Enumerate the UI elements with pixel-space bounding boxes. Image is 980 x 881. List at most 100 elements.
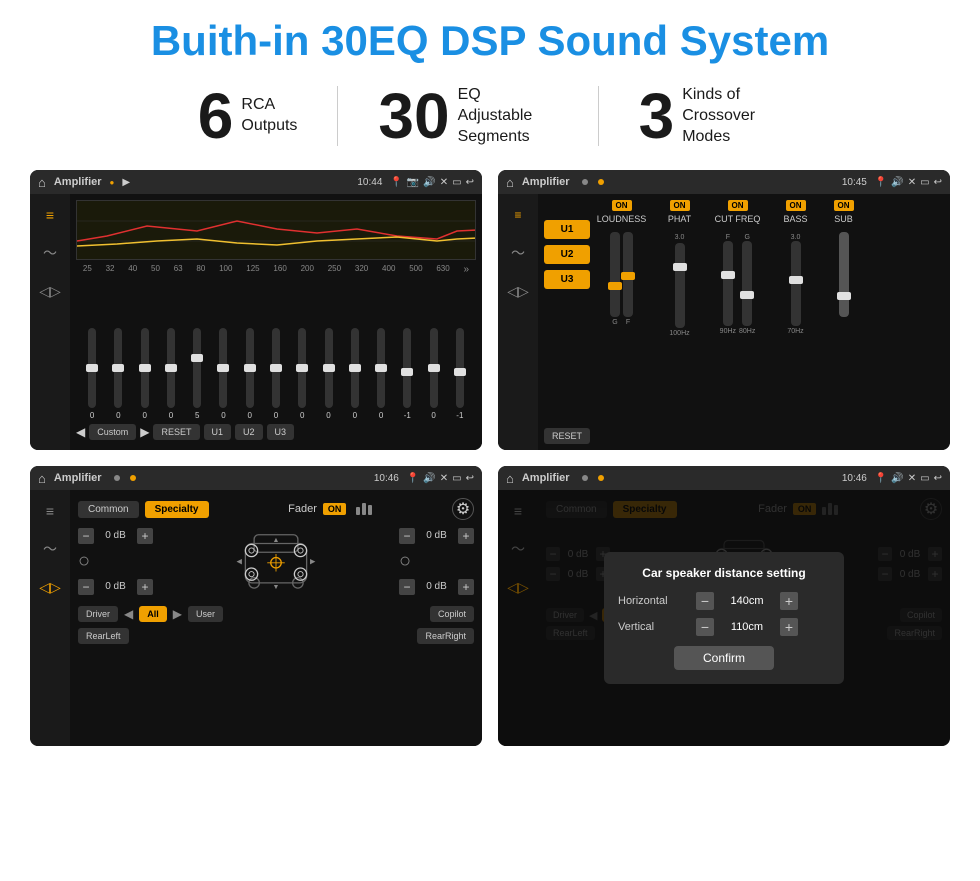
fader-on-badge[interactable]: ON [323, 503, 347, 515]
sidebar-wave-icon[interactable]: 〜 [36, 242, 64, 264]
volume-icon-4[interactable]: 🔊 [891, 473, 903, 484]
left-arrow-icon[interactable]: ◀ [124, 607, 133, 621]
driver-btn[interactable]: Driver [78, 606, 118, 622]
volume-icon-2[interactable]: 🔊 [891, 177, 903, 188]
sidebar-speaker-icon-3[interactable]: ◁▷ [36, 576, 64, 598]
eq-slider-1[interactable]: 0 [80, 328, 104, 420]
rear-right-minus[interactable]: − [399, 579, 415, 595]
vertical-plus-btn[interactable]: + [780, 618, 798, 636]
screen2-title: Amplifier [522, 176, 570, 188]
main-title: Buith-in 30EQ DSP Sound System [30, 18, 950, 64]
camera-icon[interactable]: 📷 [407, 177, 419, 188]
u1-select-btn[interactable]: U1 [544, 220, 590, 239]
screen1-title: Amplifier [54, 176, 102, 188]
eq-label-50: 50 [151, 264, 160, 275]
eq-slider-14[interactable]: 0 [421, 328, 445, 420]
u2-btn[interactable]: U2 [235, 424, 263, 440]
front-right-plus[interactable]: + [458, 528, 474, 544]
eq-slider-7[interactable]: 0 [238, 328, 262, 420]
eq-slider-4[interactable]: 0 [159, 328, 183, 420]
rearleft-btn[interactable]: RearLeft [78, 628, 129, 644]
sidebar-wave-icon-3[interactable]: 〜 [36, 538, 64, 560]
minimize-icon-3[interactable]: ▭ [452, 473, 461, 484]
u2-select-btn[interactable]: U2 [544, 245, 590, 264]
distance-dialog: Car speaker distance setting Horizontal … [604, 552, 844, 684]
horizontal-plus-btn[interactable]: + [780, 592, 798, 610]
u1-btn[interactable]: U1 [204, 424, 232, 440]
home-icon-3[interactable]: ⌂ [38, 471, 46, 486]
copilot-btn[interactable]: Copilot [430, 606, 474, 622]
cutfreq-slider-2[interactable] [742, 241, 752, 326]
screen3-time: 10:46 [374, 473, 399, 484]
all-btn[interactable]: All [139, 606, 167, 622]
eq-slider-8[interactable]: 0 [264, 328, 288, 420]
crossover-reset-btn[interactable]: RESET [544, 428, 590, 444]
rearright-btn[interactable]: RearRight [417, 628, 474, 644]
volume-icon[interactable]: 🔊 [423, 177, 435, 188]
eq-slider-11[interactable]: 0 [343, 328, 367, 420]
eq-slider-2[interactable]: 0 [106, 328, 130, 420]
eq-slider-5[interactable]: 5 [185, 328, 209, 420]
volume-icon-3[interactable]: 🔊 [423, 473, 435, 484]
loudness-slider-1[interactable] [610, 232, 620, 317]
home-icon-4[interactable]: ⌂ [506, 471, 514, 486]
u3-btn[interactable]: U3 [267, 424, 295, 440]
eq-label-160: 160 [273, 264, 286, 275]
front-right-minus[interactable]: − [399, 528, 415, 544]
eq-slider-13[interactable]: -1 [395, 328, 419, 420]
tab-common-btn[interactable]: Common [78, 501, 139, 518]
back-icon-2[interactable]: ↩ [934, 177, 942, 188]
rear-right-plus[interactable]: + [458, 579, 474, 595]
close-icon-2[interactable]: ✕ [908, 177, 916, 188]
phat-slider[interactable] [675, 243, 685, 328]
sidebar-eq-icon[interactable]: ≡ [36, 204, 64, 226]
close-icon-3[interactable]: ✕ [440, 473, 448, 484]
preset-custom-btn[interactable]: Custom [89, 424, 136, 440]
fader-bottom-buttons: Driver ◀ All ▶ User Copilot [78, 606, 474, 622]
bass-slider[interactable] [791, 241, 801, 326]
cutfreq-slider-1[interactable] [723, 241, 733, 326]
play-icon[interactable]: ▶ [122, 177, 130, 188]
tab-specialty-btn[interactable]: Specialty [145, 501, 209, 518]
back-icon-4[interactable]: ↩ [934, 473, 942, 484]
back-icon[interactable]: ↩ [466, 177, 474, 188]
front-left-plus[interactable]: + [137, 528, 153, 544]
confirm-btn[interactable]: Confirm [674, 646, 774, 670]
minimize-icon-4[interactable]: ▭ [920, 473, 929, 484]
vertical-minus-btn[interactable]: − [696, 618, 714, 636]
rear-left-minus[interactable]: − [78, 579, 94, 595]
sidebar-speaker-icon[interactable]: ◁▷ [36, 280, 64, 302]
sidebar-eq-icon-2[interactable]: ≡ [504, 204, 532, 226]
sidebar-speaker-icon-2[interactable]: ◁▷ [504, 280, 532, 302]
next-preset-btn[interactable]: ▶ [140, 425, 149, 439]
u3-select-btn[interactable]: U3 [544, 270, 590, 289]
reset-btn[interactable]: RESET [153, 424, 199, 440]
horizontal-minus-btn[interactable]: − [696, 592, 714, 610]
sub-slider[interactable] [839, 232, 849, 317]
sidebar-eq-icon-3[interactable]: ≡ [36, 500, 64, 522]
loudness-slider-2[interactable] [623, 232, 633, 317]
back-icon-3[interactable]: ↩ [466, 473, 474, 484]
rear-left-plus[interactable]: + [137, 579, 153, 595]
settings-icon[interactable]: ⚙ [452, 498, 474, 520]
close-icon-4[interactable]: ✕ [908, 473, 916, 484]
minimize-icon[interactable]: ▭ [452, 177, 461, 188]
home-icon[interactable]: ⌂ [38, 175, 46, 190]
eq-slider-9[interactable]: 0 [290, 328, 314, 420]
sidebar-wave-icon-2[interactable]: 〜 [504, 242, 532, 264]
minimize-icon-2[interactable]: ▭ [920, 177, 929, 188]
horizontal-value: 140cm [722, 595, 772, 607]
eq-more-icon[interactable]: » [464, 264, 470, 275]
eq-slider-3[interactable]: 0 [133, 328, 157, 420]
home-icon-2[interactable]: ⌂ [506, 175, 514, 190]
eq-slider-15[interactable]: -1 [448, 328, 472, 420]
eq-slider-10[interactable]: 0 [316, 328, 340, 420]
user-btn[interactable]: User [188, 606, 223, 622]
eq-slider-6[interactable]: 0 [211, 328, 235, 420]
right-arrow-icon[interactable]: ▶ [173, 607, 182, 621]
close-icon[interactable]: ✕ [440, 177, 448, 188]
prev-preset-btn[interactable]: ◀ [76, 425, 85, 439]
vertical-value: 110cm [722, 621, 772, 633]
eq-slider-12[interactable]: 0 [369, 328, 393, 420]
front-left-minus[interactable]: − [78, 528, 94, 544]
